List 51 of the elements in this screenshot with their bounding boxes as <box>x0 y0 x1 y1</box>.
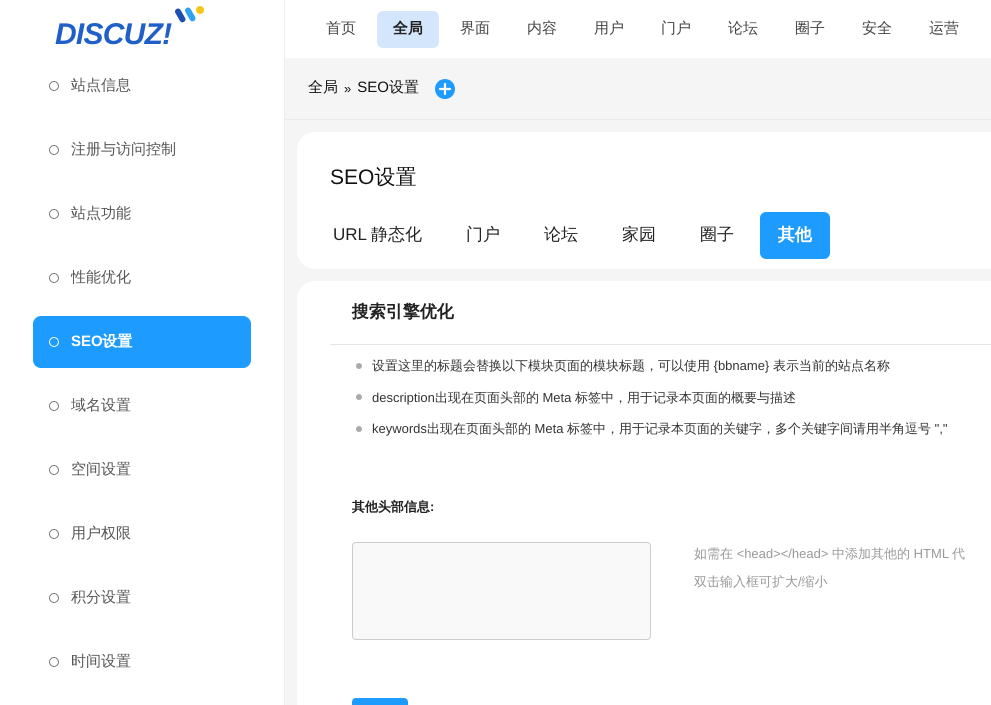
section-title: 搜索引擎优化 <box>330 298 991 345</box>
nav-tab[interactable]: 圈子 <box>779 10 841 48</box>
nav-tab[interactable]: 安全 <box>846 10 908 48</box>
add-icon[interactable] <box>434 78 455 98</box>
sidebar-item[interactable]: 站点信息 <box>33 60 251 112</box>
nav-tab[interactable]: 界面 <box>444 10 506 48</box>
page-title: SEO设置 <box>330 165 418 191</box>
sidebar-item[interactable]: 时间设置 <box>33 636 251 688</box>
logo-text: DISCUZ! <box>55 17 172 50</box>
tip-text: description出现在页面头部的 Meta 标签中，用于记录本页面的概要与描述 <box>372 388 796 407</box>
sidebar-item[interactable]: 站点功能 <box>33 188 251 240</box>
nav-tab[interactable]: 内容 <box>511 10 573 48</box>
breadcrumb-link[interactable]: 全局 <box>308 77 338 100</box>
sidebar-item[interactable]: 域名设置 <box>33 380 251 432</box>
radio-icon <box>49 529 59 539</box>
radio-icon <box>49 401 59 411</box>
tab[interactable]: 圈子 <box>682 212 752 258</box>
nav-tab[interactable]: 用户 <box>578 10 640 48</box>
radio-icon <box>49 593 59 603</box>
bullet-icon <box>356 362 362 369</box>
sidebar-item[interactable]: 用户权限 <box>33 508 251 560</box>
radio-icon <box>49 81 59 91</box>
radio-icon <box>49 273 59 283</box>
tab[interactable]: URL 静态化 <box>315 212 440 258</box>
input-field[interactable] <box>352 542 651 640</box>
sidebar-item[interactable]: 空间设置 <box>33 444 251 496</box>
nav-tab[interactable]: 运营 <box>913 10 975 48</box>
sidebar-item[interactable]: 积分设置 <box>33 572 251 624</box>
sidebar-item[interactable]: 注册与访问控制 <box>33 124 251 176</box>
breadcrumb-current: SEO设置 <box>357 78 419 98</box>
tip-text: 设置这里的标题会替换以下模块页面的模块标题，可以使用 {bbname} 表示当前的站点名称 <box>372 357 890 375</box>
tab[interactable]: 门户 <box>448 212 518 258</box>
bullet-icon <box>356 394 362 400</box>
radio-icon <box>49 337 59 347</box>
sidebar-item[interactable]: 性能优化 <box>33 252 251 304</box>
radio-icon <box>49 145 59 155</box>
tip-text: keywords出现在页面头部的 Meta 标签中，用于记录本页面的关键字，多个关键字间请用半角逗号 "," <box>372 420 948 438</box>
field-label: 其他头部信息: <box>351 498 436 516</box>
radio-icon <box>49 209 59 219</box>
hint-text: 双击输入框可扩大/缩小 <box>694 572 829 590</box>
nav-tab[interactable]: 全局 <box>377 10 439 48</box>
nav-tab[interactable]: 首页 <box>310 10 372 48</box>
radio-icon <box>49 465 59 475</box>
radio-icon <box>49 657 59 667</box>
nav-tab[interactable]: 论坛 <box>712 10 774 48</box>
hint-text: 如需在 <head></head> 中添加其他的 HTML 代 <box>694 545 966 563</box>
bullet-icon <box>356 426 362 432</box>
breadcrumb-separator: » <box>344 80 352 98</box>
tab[interactable]: 家园 <box>604 212 674 258</box>
nav-tab[interactable]: 门户 <box>645 10 707 48</box>
tab[interactable]: 论坛 <box>526 212 596 258</box>
